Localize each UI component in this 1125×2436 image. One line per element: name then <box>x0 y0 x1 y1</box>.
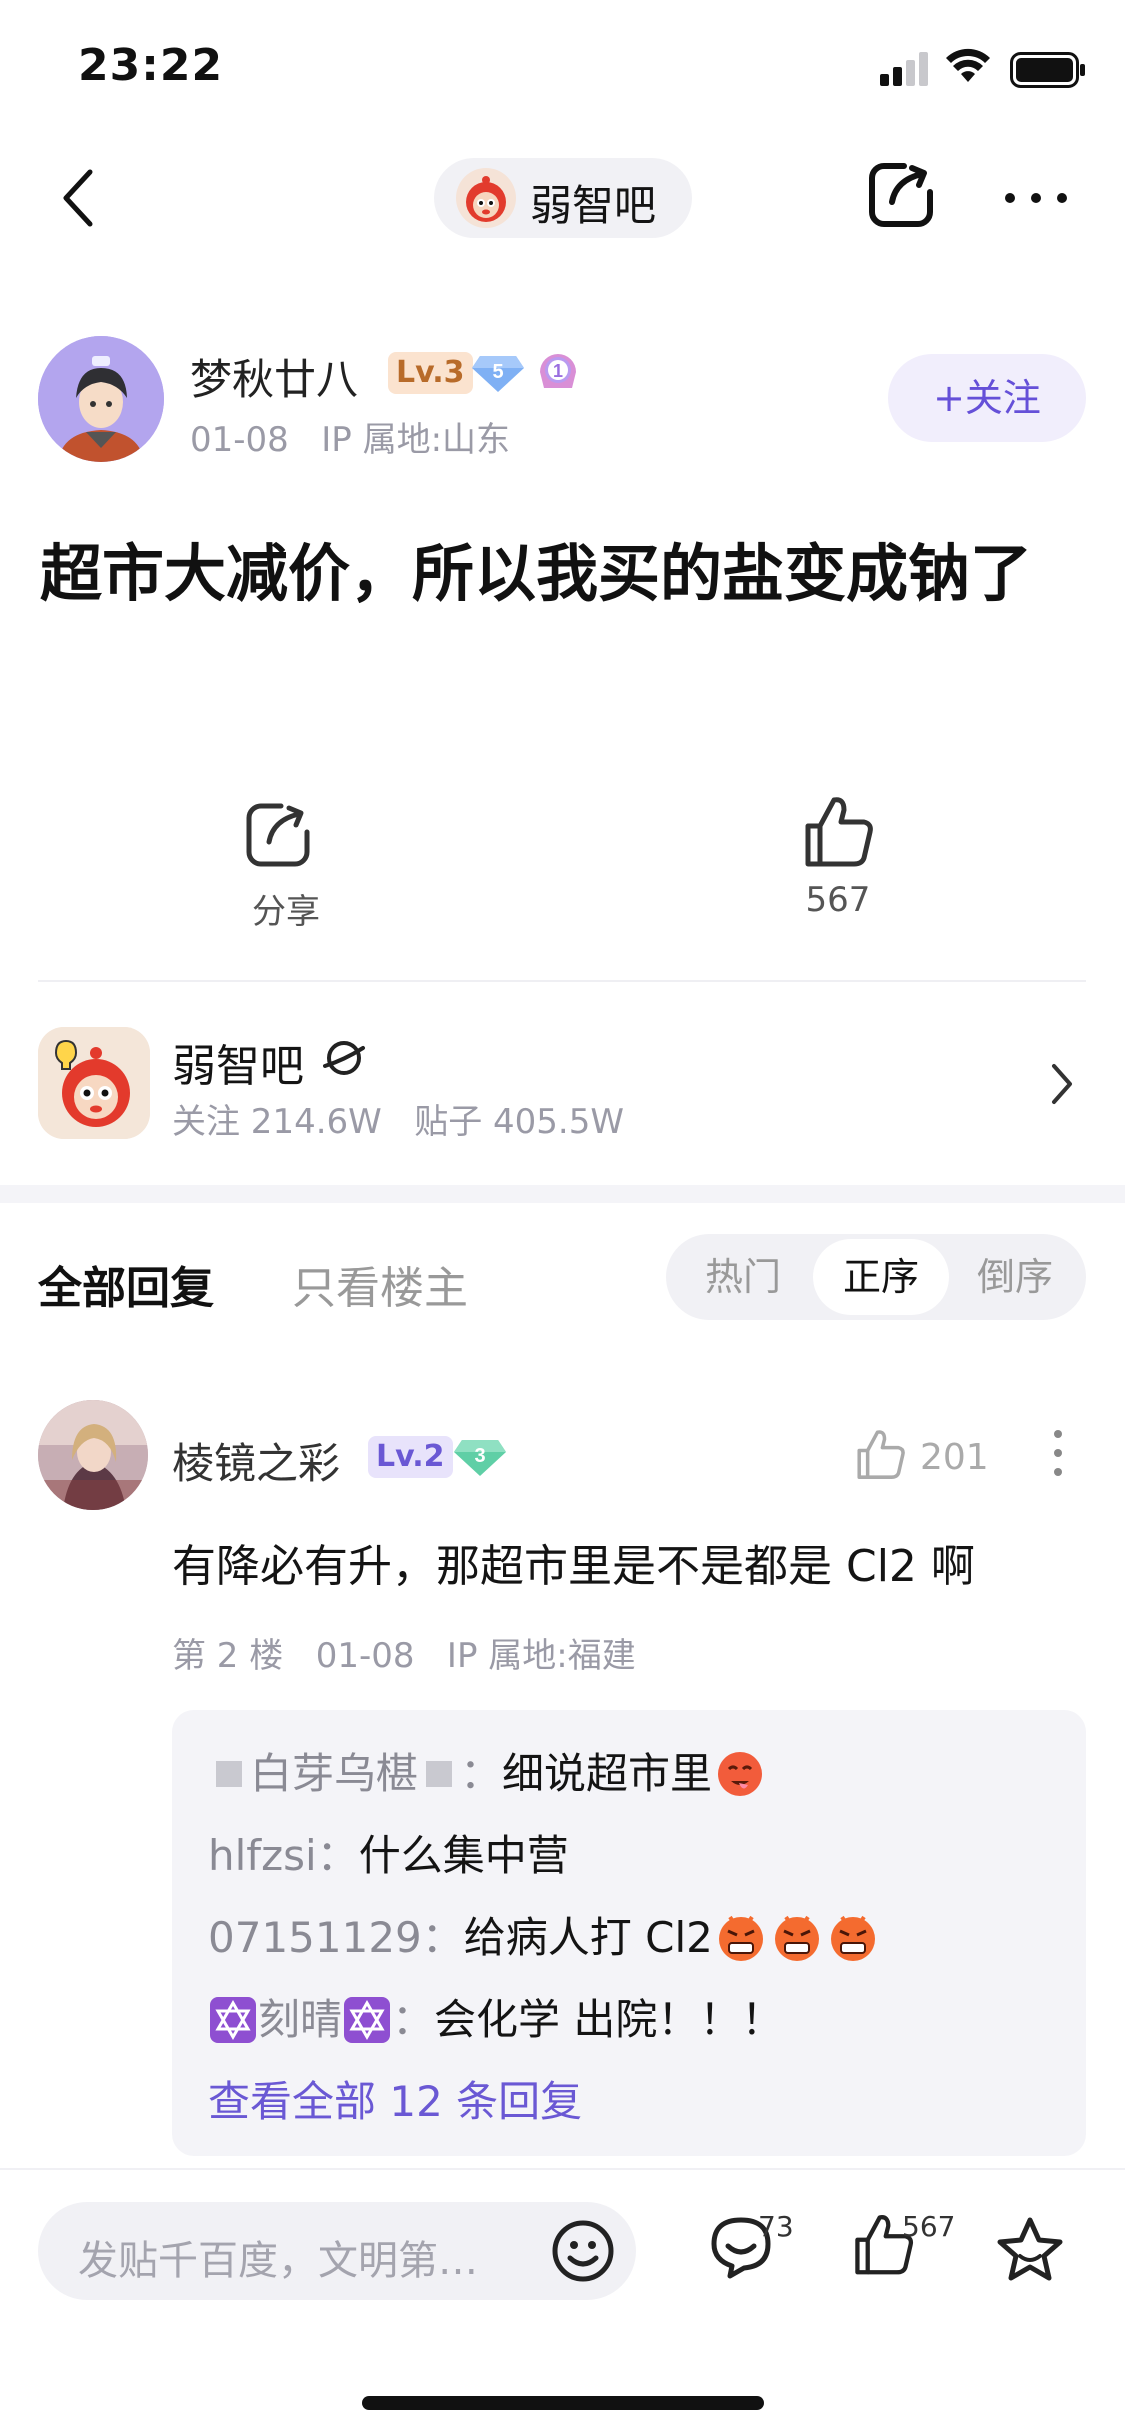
green-gem-icon: 3 <box>452 1436 508 1478</box>
sub-reply[interactable]: 刻晴 ：会化学 出院！！！ <box>208 1986 783 2049</box>
home-indicator <box>362 2396 764 2410</box>
green-gem-text: 3 <box>474 1445 485 1467</box>
forum-card-name[interactable]: 弱智吧 <box>172 1030 304 1094</box>
view-all-replies-link[interactable]: 查看全部 12 条回复 <box>208 2068 582 2129</box>
follow-button[interactable]: +关注 <box>888 354 1086 442</box>
square-icon <box>426 1760 453 1787</box>
reply-avatar[interactable] <box>38 1400 148 1510</box>
author-avatar[interactable] <box>38 336 164 462</box>
forum-logo[interactable] <box>38 1027 150 1139</box>
star-of-david-icon <box>210 1996 256 2043</box>
bottom-like-count: 567 <box>902 2210 956 2243</box>
tab-all-replies[interactable]: 全部回复 <box>38 1252 214 1316</box>
sort-segmented-control: 热门 正序 倒序 <box>666 1234 1086 1320</box>
divider <box>38 980 1086 982</box>
sort-descending[interactable]: 倒序 <box>952 1234 1078 1320</box>
sort-hot[interactable]: 热门 <box>680 1234 806 1320</box>
reply-input-placeholder: 发贴千百度，文明第… <box>78 2238 478 2284</box>
sub-reply-user: 白芽乌椹 <box>250 1749 419 1798</box>
reply-floor: 第 2 楼 <box>172 1636 284 1676</box>
reply-level-badge: Lv.2 <box>368 1436 453 1478</box>
like-count: 567 <box>805 880 871 920</box>
cellular-signal-icon <box>880 52 932 86</box>
sub-reply[interactable]: 07151129：给病人打 Cl2 <box>208 1904 881 1969</box>
sub-reply-text: 什么集中营 <box>358 1831 569 1880</box>
post-date: 01-08 <box>190 420 289 460</box>
favorite-star-icon[interactable] <box>996 2216 1064 2282</box>
forum-name: 弱智吧 <box>530 181 657 230</box>
reply-more-icon[interactable] <box>1052 1428 1064 1478</box>
back-button[interactable] <box>60 168 96 228</box>
square-icon <box>216 1760 242 1787</box>
planet-icon <box>322 1036 366 1080</box>
more-options-icon[interactable] <box>1004 192 1068 204</box>
share-action-label[interactable]: 分享 <box>244 884 328 933</box>
forum-followers: 关注 214.6W <box>172 1102 382 1142</box>
reply-date: 01-08 <box>315 1636 415 1676</box>
status-time: 23:22 <box>78 40 224 91</box>
sort-ascending[interactable]: 正序 <box>813 1239 949 1315</box>
sub-reply[interactable]: 白芽乌椹 ：细说超市里 <box>208 1740 768 1805</box>
diamond-level-text: 5 <box>492 361 503 383</box>
diamond-level-icon: 5 <box>470 352 526 394</box>
star-of-david-icon <box>344 1996 391 2043</box>
chevron-right-icon[interactable] <box>1050 1062 1074 1106</box>
sub-reply-user: 刻晴 <box>258 1995 343 2044</box>
sub-reply[interactable]: hlfzsi：什么集中营 <box>208 1822 569 1883</box>
author-name[interactable]: 梦秋廿八 <box>190 346 358 407</box>
sub-reply-text: 会化学 出院！！！ <box>434 1995 784 2044</box>
angry-face-emoji-icon <box>774 1915 819 1961</box>
member-badge-icon: 1 <box>536 350 580 394</box>
comment-count: 73 <box>758 2210 794 2243</box>
section-separator <box>0 1185 1125 1203</box>
sub-replies-box[interactable]: 白芽乌椹 ：细说超市里 hlfzsi：什么集中营 07151129：给病人打 Cl… <box>172 1710 1086 2156</box>
forum-stats: 关注 214.6W 贴子 405.5W <box>172 1094 624 1143</box>
thumbs-up-icon[interactable] <box>804 794 874 868</box>
emoji-icon[interactable] <box>550 2218 616 2284</box>
reply-meta: 第 2 楼 01-08 IP 属地:福建 <box>172 1628 636 1677</box>
reply-text: 有降必有升，那超市里是不是都是 Cl2 啊 <box>172 1541 975 1592</box>
author-ip: IP 属地:山东 <box>321 420 511 460</box>
share-action-icon[interactable] <box>243 800 313 870</box>
forum-name-pill[interactable]: 弱智吧 <box>434 158 692 238</box>
sub-reply-user: 07151129 <box>208 1913 422 1962</box>
reply-ip: IP 属地:福建 <box>446 1636 636 1676</box>
reply-input[interactable]: 发贴千百度，文明第… <box>38 2202 636 2300</box>
reply-username[interactable]: 棱镜之彩 <box>172 1430 340 1491</box>
hot-face-emoji-icon <box>718 1751 763 1796</box>
member-badge-text: 1 <box>553 361 563 381</box>
post-title: 超市大减价，所以我买的盐变成钠了 <box>40 537 1033 610</box>
author-level-badge: Lv.3 <box>388 352 473 394</box>
share-icon[interactable] <box>866 160 936 230</box>
sub-reply-user: hlfzsi <box>208 1831 317 1880</box>
forum-mascot-icon <box>456 168 516 228</box>
angry-face-emoji-icon <box>718 1915 763 1961</box>
wifi-icon <box>945 48 991 84</box>
angry-face-emoji-icon <box>830 1915 875 1961</box>
reply-like-count: 201 <box>920 1437 989 1478</box>
tab-op-only[interactable]: 只看楼主 <box>292 1252 468 1316</box>
forum-posts: 贴子 405.5W <box>414 1102 624 1142</box>
author-meta: 01-08 IP 属地:山东 <box>190 412 510 461</box>
reply-thumbs-up-icon[interactable] <box>856 1428 906 1480</box>
sub-reply-text: 给病人打 Cl2 <box>463 1913 713 1962</box>
sub-reply-text: 细说超市里 <box>502 1749 713 1798</box>
battery-icon <box>1010 52 1086 88</box>
